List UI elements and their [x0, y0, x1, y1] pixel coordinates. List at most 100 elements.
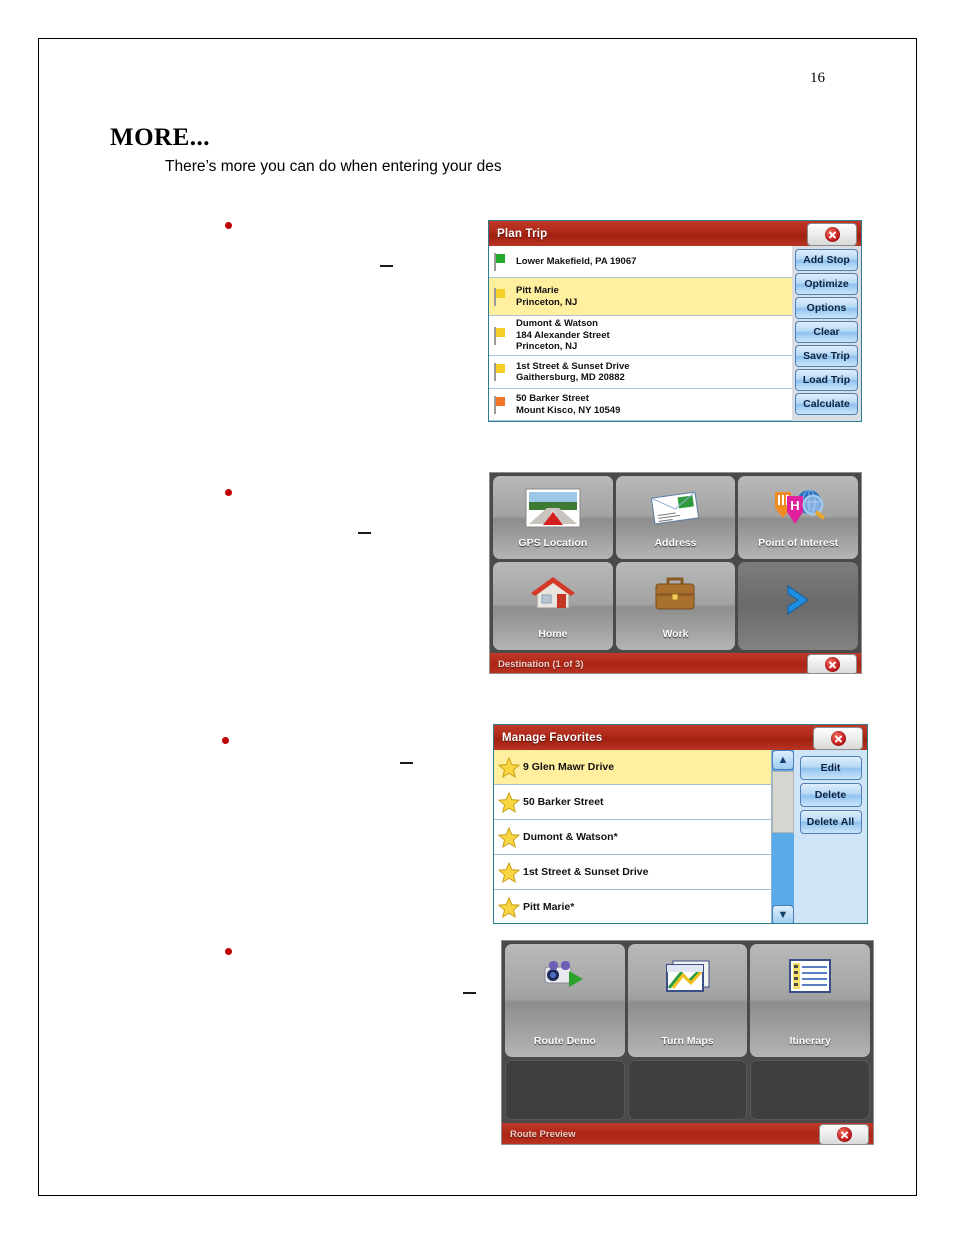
list-item[interactable]: Pitt Marie* [494, 890, 771, 923]
point-of-interest-tile[interactable]: H Point of Interest [738, 476, 858, 559]
add-stop-button[interactable]: Add Stop [795, 249, 858, 271]
scroll-down-button[interactable]: ▼ [772, 905, 794, 923]
plan-trip-title: Plan Trip [497, 227, 548, 240]
dash-marker-3 [400, 762, 413, 764]
table-row[interactable]: Lower Makefield, PA 19067 [489, 246, 792, 278]
favorite-label: 9 Glen Mawr Drive [523, 761, 615, 773]
table-row[interactable]: 50 Barker Street Mount Kisco, NY 10549 [489, 389, 792, 421]
turn-maps-tile[interactable]: Turn Maps [627, 944, 748, 1057]
star-icon [498, 896, 520, 918]
clear-button[interactable]: Clear [795, 321, 858, 343]
home-icon [529, 572, 577, 616]
table-row[interactable]: 1st Street & Sunset Drive Gaithersburg, … [489, 356, 792, 389]
delete-button[interactable]: Delete [799, 783, 862, 807]
stop-line: Gaithersburg, MD 20882 [516, 372, 625, 383]
manage-favorites-screenshot: Manage Favorites 9 Glen Mawr Drive 50 Ba… [493, 724, 868, 924]
favorites-scrollbar[interactable]: ▲ ▼ [771, 750, 794, 923]
bullet-marker-1 [225, 222, 232, 229]
calculate-button[interactable]: Calculate [795, 393, 858, 415]
tile-label: GPS Location [518, 536, 588, 549]
plan-trip-button-column: Add Stop Optimize Options Clear Save Tri… [792, 246, 861, 421]
delete-all-button[interactable]: Delete All [799, 810, 862, 834]
plan-trip-titlebar: Plan Trip [489, 221, 861, 246]
status-text: Route Preview [510, 1128, 576, 1140]
options-button[interactable]: Options [795, 297, 858, 319]
close-icon [824, 227, 840, 242]
edit-button[interactable]: Edit [799, 756, 862, 780]
favorites-titlebar: Manage Favorites [494, 725, 867, 750]
scrollbar-track[interactable] [772, 834, 794, 905]
stop-line: Princeton, NJ [516, 341, 578, 353]
flag-icon-yellow [493, 363, 506, 381]
briefcase-icon [653, 572, 697, 616]
tile-label: Itinerary [789, 1034, 831, 1047]
favorites-title: Manage Favorites [502, 731, 603, 744]
favorite-label: 1st Street & Sunset Drive [523, 866, 649, 878]
stop-line: Pitt Marie [516, 285, 559, 296]
next-arrow-icon [776, 578, 820, 622]
route-demo-tile[interactable]: Route Demo [505, 944, 625, 1057]
address-tile[interactable]: Address [615, 476, 736, 559]
star-icon [498, 826, 520, 848]
bullet-marker-2 [225, 489, 232, 496]
plan-trip-screenshot: Plan Trip Lower Makefield, PA 19067 Pitt… [488, 220, 862, 422]
close-button[interactable] [813, 727, 863, 750]
stop-line: 184 Alexander Street [516, 329, 610, 341]
empty-tile [627, 1059, 748, 1120]
turn-maps-icon [661, 954, 713, 998]
route-preview-statusbar: Route Preview [502, 1123, 873, 1144]
page-title: MORE... [110, 124, 211, 151]
list-item[interactable]: 1st Street & Sunset Drive [494, 855, 771, 890]
tile-label: Home [538, 628, 568, 640]
flag-icon-yellow [493, 326, 506, 345]
star-icon [498, 791, 520, 813]
load-trip-button[interactable]: Load Trip [795, 369, 858, 391]
dash-marker-4 [463, 992, 476, 994]
empty-tile [750, 1059, 870, 1120]
stop-line: Dumont & Watson [516, 318, 598, 330]
stop-line: Mount Kisco, NY 10549 [516, 404, 621, 416]
empty-tile [505, 1059, 625, 1120]
table-row[interactable]: Dumont & Watson 184 Alexander Street Pri… [489, 316, 792, 356]
scrollbar-thumb[interactable] [772, 771, 794, 833]
close-button[interactable] [807, 654, 857, 673]
gps-location-icon [525, 486, 581, 530]
list-item[interactable]: Dumont & Watson* [494, 820, 771, 855]
plan-trip-stop-list: Lower Makefield, PA 19067 Pitt Marie Pri… [489, 246, 792, 421]
optimize-button[interactable]: Optimize [795, 273, 858, 295]
close-icon [836, 1127, 852, 1142]
intro-paragraph: There’s more you can do when entering yo… [165, 158, 502, 175]
bullet-marker-3 [222, 737, 229, 744]
itinerary-tile[interactable]: Itinerary [750, 944, 870, 1057]
route-preview-screenshot: Route Demo Turn Maps Itinerary Route Pre… [501, 940, 874, 1145]
favorites-button-column: Edit Delete Delete All [794, 750, 867, 923]
status-text: Destination (1 of 3) [498, 658, 584, 670]
dash-marker-1 [380, 265, 393, 267]
close-button[interactable] [819, 1124, 869, 1144]
table-row[interactable]: Pitt Marie Princeton, NJ [489, 278, 792, 316]
home-tile[interactable]: Home [493, 561, 613, 650]
dash-marker-2 [358, 532, 371, 534]
scroll-up-button[interactable]: ▲ [772, 750, 794, 770]
tile-label: Work [662, 628, 689, 640]
svg-text:H: H [790, 498, 799, 513]
tile-label: Point of Interest [758, 536, 839, 549]
destination-menu-screenshot: GPS Location Address H Point of Interest… [489, 472, 862, 674]
close-icon [830, 731, 846, 746]
flag-icon-orange [493, 395, 506, 414]
save-trip-button[interactable]: Save Trip [795, 345, 858, 367]
stop-line: 50 Barker Street [516, 393, 589, 404]
list-item[interactable]: 9 Glen Mawr Drive [494, 750, 771, 785]
gps-location-tile[interactable]: GPS Location [493, 476, 613, 559]
tile-label: Address [654, 536, 697, 549]
work-tile[interactable]: Work [615, 561, 736, 650]
close-button[interactable] [807, 223, 857, 246]
itinerary-list-icon [787, 954, 833, 998]
next-tile[interactable] [738, 561, 858, 650]
list-item[interactable]: 50 Barker Street [494, 785, 771, 820]
stop-line: Princeton, NJ [516, 296, 578, 308]
tile-label: Route Demo [533, 1034, 596, 1047]
flag-icon-green [493, 252, 506, 271]
page-number: 16 [810, 70, 825, 86]
destination-statusbar: Destination (1 of 3) [490, 653, 861, 673]
